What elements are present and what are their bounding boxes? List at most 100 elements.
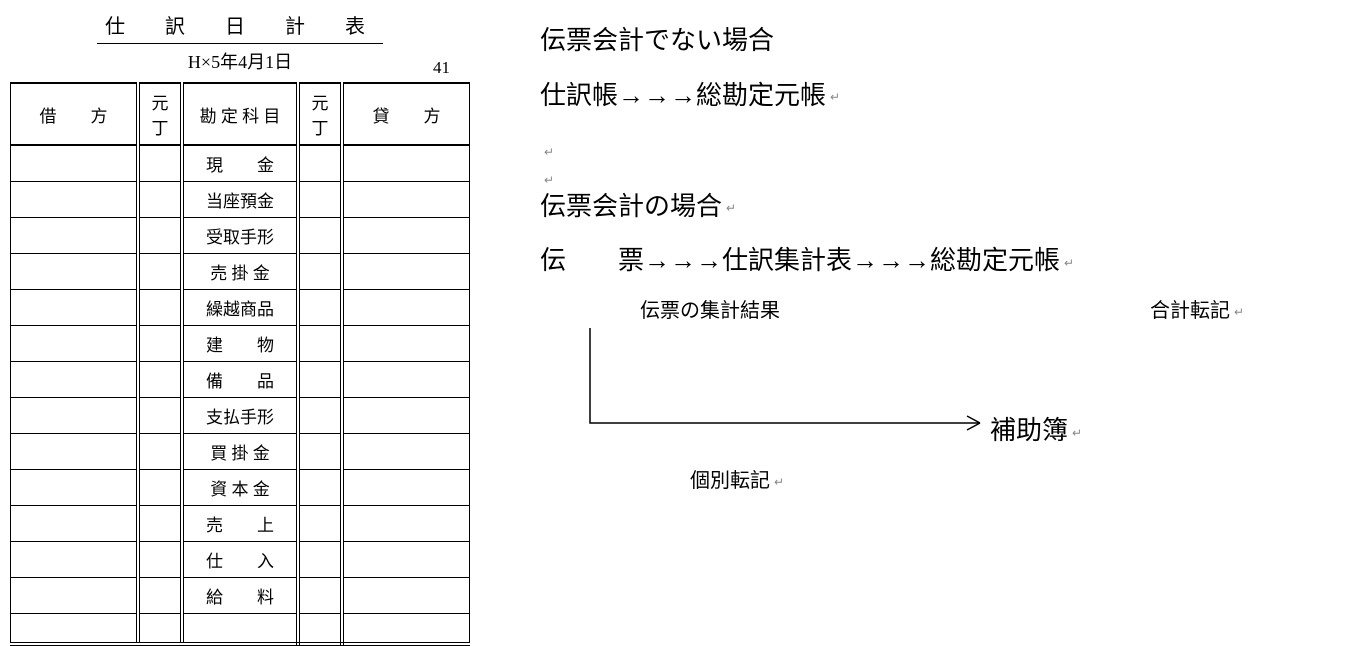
return-mark-icon: ↵ <box>1234 305 1244 319</box>
cell-ref1 <box>138 362 182 398</box>
cell-debit <box>11 182 139 218</box>
cell-credit <box>342 578 470 614</box>
return-mark-icon: ↵ <box>774 475 784 489</box>
cell-account: 買 掛 金 <box>182 434 298 470</box>
th-account: 勘 定 科 目 <box>182 83 298 145</box>
explanation-panel: 伝票会計でない場合 仕訳帳→→→総勘定元帳 ↵ ↵ ↵ 伝票会計の場合 ↵ 伝 票→… <box>540 18 1360 293</box>
ledger-panel: 仕 訳 日 計 表 H×5年4月1日 41 借 方 元丁 勘 定 科 目 元丁 … <box>10 10 470 646</box>
cell-ref1 <box>138 542 182 578</box>
cell-debit <box>11 470 139 506</box>
th-ref1: 元丁 <box>138 83 182 145</box>
cell-ref1 <box>138 290 182 326</box>
cell-debit <box>11 506 139 542</box>
th-ref2: 元丁 <box>298 83 342 145</box>
table-row: 売 掛 金 <box>11 254 470 290</box>
cell-credit <box>342 434 470 470</box>
cell-ref2 <box>298 578 342 614</box>
table-row: 当座預金 <box>11 182 470 218</box>
cell-ref1 <box>138 506 182 542</box>
return-mark-icon: ↵ <box>726 201 736 215</box>
cell-debit <box>11 398 139 434</box>
cell-account: 当座預金 <box>182 182 298 218</box>
cell-account <box>182 614 298 644</box>
cell-credit <box>342 254 470 290</box>
table-row: 受取手形 <box>11 218 470 254</box>
cell-credit <box>342 614 470 644</box>
cell-credit <box>342 290 470 326</box>
cell-ref1 <box>138 614 182 644</box>
section2-flow: 伝 票→→→仕訳集計表→→→総勘定元帳↵ 伝票の集計結果 合計転記↵ 補助簿↵ … <box>540 238 1360 285</box>
cell-ref2 <box>298 218 342 254</box>
section1-flow: 仕訳帳→→→総勘定元帳 ↵ <box>540 73 1360 120</box>
cell-credit <box>342 182 470 218</box>
cell-ref1 <box>138 578 182 614</box>
table-row: 給 料 <box>11 578 470 614</box>
cell-debit <box>11 290 139 326</box>
label-total-post: 合計転記↵ <box>1150 293 1244 329</box>
cell-debit <box>11 578 139 614</box>
cell-credit <box>342 145 470 182</box>
cell-ref1 <box>138 145 182 182</box>
cell-debit <box>11 218 139 254</box>
section1-heading: 伝票会計でない場合 <box>540 18 1360 65</box>
cell-ref2 <box>298 542 342 578</box>
table-row: 支払手形 <box>11 398 470 434</box>
cell-account: 繰越商品 <box>182 290 298 326</box>
cell-ref2 <box>298 434 342 470</box>
cell-credit <box>342 218 470 254</box>
cell-ref1 <box>138 182 182 218</box>
cell-ref2 <box>298 254 342 290</box>
cell-account: 売 上 <box>182 506 298 542</box>
cell-account: 資 本 金 <box>182 470 298 506</box>
table-row: 売 上 <box>11 506 470 542</box>
th-debit: 借 方 <box>11 83 139 145</box>
table-row: 資 本 金 <box>11 470 470 506</box>
ledger-table: 借 方 元丁 勘 定 科 目 元丁 貸 方 現 金当座預金受取手形売 掛 金繰越… <box>10 82 470 646</box>
cell-ref2 <box>298 614 342 644</box>
return-mark-icon: ↵ <box>1064 256 1074 270</box>
cell-ref2 <box>298 362 342 398</box>
table-row: 建 物 <box>11 326 470 362</box>
th-credit: 貸 方 <box>342 83 470 145</box>
section2-flow-a: 伝 票 <box>540 246 644 275</box>
section2-flow-b: →→→仕訳集計表→→→総勘定元帳 <box>644 246 1060 275</box>
cell-credit <box>342 506 470 542</box>
section2-heading-text: 伝票会計の場合 <box>540 192 722 221</box>
cell-debit <box>11 254 139 290</box>
cell-ref1 <box>138 434 182 470</box>
cell-account: 支払手形 <box>182 398 298 434</box>
section1-flow-text: 仕訳帳→→→総勘定元帳 <box>540 81 826 110</box>
cell-credit <box>342 326 470 362</box>
cell-account: 備 品 <box>182 362 298 398</box>
cell-account: 売 掛 金 <box>182 254 298 290</box>
cell-debit <box>11 145 139 182</box>
cell-account: 受取手形 <box>182 218 298 254</box>
flow-bracket-icon <box>585 328 1005 438</box>
cell-debit <box>11 614 139 644</box>
cell-ref1 <box>138 398 182 434</box>
cell-credit <box>342 542 470 578</box>
cell-account: 建 物 <box>182 326 298 362</box>
cell-ref2 <box>298 326 342 362</box>
cell-credit <box>342 470 470 506</box>
cell-debit <box>11 434 139 470</box>
cell-account: 仕 入 <box>182 542 298 578</box>
cell-ref2 <box>298 182 342 218</box>
cell-ref2 <box>298 506 342 542</box>
aux-book: 補助簿↵ <box>990 408 1082 455</box>
table-footer-row <box>11 614 470 644</box>
cell-credit <box>342 362 470 398</box>
cell-debit <box>11 362 139 398</box>
return-mark-icon: ↵ <box>1072 426 1082 440</box>
cell-ref2 <box>298 470 342 506</box>
label-kobetsu: 個別転記↵ <box>690 463 784 499</box>
ledger-date-row: H×5年4月1日 41 <box>10 48 470 74</box>
section2-heading: 伝票会計の場合 ↵ <box>540 184 1360 231</box>
table-row: 買 掛 金 <box>11 434 470 470</box>
table-row: 備 品 <box>11 362 470 398</box>
return-mark-icon: ↵ <box>830 90 840 104</box>
ledger-page: 41 <box>433 58 450 78</box>
cell-ref2 <box>298 145 342 182</box>
cell-ref1 <box>138 470 182 506</box>
table-row: 現 金 <box>11 145 470 182</box>
